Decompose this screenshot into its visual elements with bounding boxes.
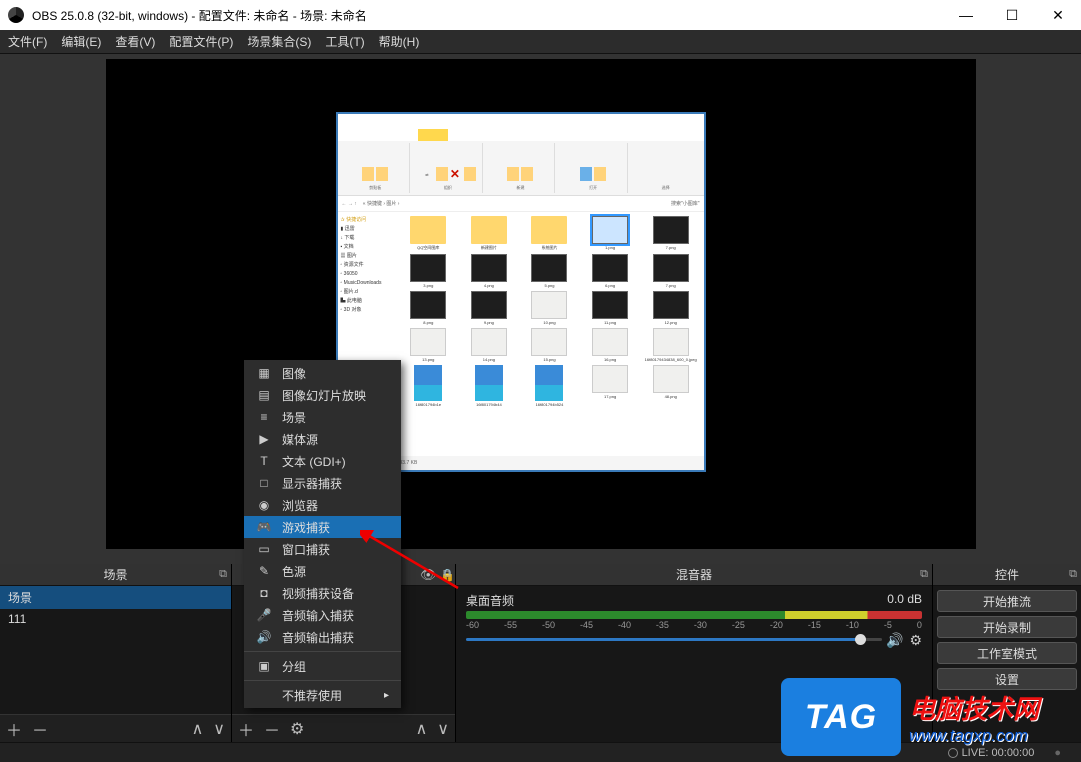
source-group-menu-item[interactable]: ▣分组	[244, 655, 401, 677]
obs-logo-icon	[8, 7, 24, 23]
menu-edit[interactable]: 编辑(E)	[61, 33, 101, 50]
window-close-button[interactable]: ✕	[1035, 0, 1081, 30]
scene-item[interactable]: 111	[0, 609, 231, 629]
scene-remove-button[interactable]: －	[32, 717, 48, 741]
mixer-title: 混音器	[676, 566, 712, 583]
controls-panel: 控件 ⧉ 开始推流 开始录制 工作室模式 设置	[933, 564, 1081, 742]
source-type-menu-item[interactable]: ◉浏览器	[244, 494, 401, 516]
bottom-panels: 场景⧉ 场景 111 ＋ － ∧ ∨ 👁 🔒 ⧉ ＋ － ⚙ ∧ ∨ 混音器⧉	[0, 564, 1081, 742]
menu-item-icon: ◉	[256, 498, 272, 512]
scenes-panel: 场景 ⧉ 场景 111 ＋ － ∧ ∨	[0, 564, 232, 742]
source-type-menu-item[interactable]: ▶媒体源	[244, 428, 401, 450]
scene-item[interactable]: 场景	[0, 586, 231, 609]
source-type-menu-item[interactable]: ≡场景	[244, 406, 401, 428]
mixer-volume-slider[interactable]: 🔊 ⚙	[466, 634, 922, 644]
menu-item-icon: 🔊	[256, 630, 272, 644]
menu-view[interactable]: 查看(V)	[115, 33, 155, 50]
source-type-menu-item[interactable]: ◘视频捕获设备	[244, 582, 401, 604]
menu-help[interactable]: 帮助(H)	[379, 33, 420, 50]
explorer-file-grid: QQ空间图库新建图片系统图片1.png7.png3.png4.png5.png6…	[396, 212, 704, 470]
mixer-level-meter	[466, 611, 922, 619]
controls-title: 控件	[995, 566, 1019, 583]
live-indicator: LIVE: 00:00:00	[948, 747, 1035, 759]
controls-popout-icon[interactable]: ⧉	[1069, 568, 1077, 581]
source-type-menu-item[interactable]: ▦图像	[244, 362, 401, 384]
settings-button[interactable]: 设置	[937, 668, 1077, 690]
menu-item-icon: ▦	[256, 366, 272, 380]
start-streaming-button[interactable]: 开始推流	[937, 590, 1077, 612]
source-down-button[interactable]: ∨	[437, 719, 449, 739]
source-settings-button[interactable]: ⚙	[290, 719, 304, 739]
source-type-menu-item[interactable]: T文本 (GDI+)	[244, 450, 401, 472]
menubar: 文件(F) 编辑(E) 查看(V) 配置文件(P) 场景集合(S) 工具(T) …	[0, 30, 1081, 54]
menu-scene-collection[interactable]: 场景集合(S)	[247, 33, 311, 50]
source-type-menu-item[interactable]: 🎤音频输入捕获	[244, 604, 401, 626]
source-type-menu-item[interactable]: 🎮游戏捕获	[244, 516, 401, 538]
source-up-button[interactable]: ∧	[416, 719, 428, 739]
menu-item-icon: ▶	[256, 432, 272, 446]
scene-down-button[interactable]: ∨	[213, 719, 225, 739]
source-type-menu-item[interactable]: ▭窗口捕获	[244, 538, 401, 560]
mixer-gear-icon[interactable]: ⚙	[909, 632, 922, 649]
menu-profile[interactable]: 配置文件(P)	[169, 33, 233, 50]
speaker-icon[interactable]: 🔊	[886, 632, 903, 649]
rec-indicator-icon: ●	[1054, 747, 1061, 759]
source-type-menu-item[interactable]: □显示器捕获	[244, 472, 401, 494]
window-minimize-button[interactable]: —	[943, 0, 989, 30]
mixer-db-value: 0.0 dB	[887, 592, 922, 609]
menu-item-icon: ≡	[256, 410, 272, 424]
menu-item-icon: ▤	[256, 388, 272, 402]
start-recording-button[interactable]: 开始录制	[937, 616, 1077, 638]
menu-file[interactable]: 文件(F)	[8, 33, 47, 50]
mixer-channel-name: 桌面音频	[466, 592, 514, 609]
source-add-button[interactable]: ＋	[238, 717, 254, 741]
add-source-context-menu: ▦图像▤图像幻灯片放映≡场景▶媒体源T文本 (GDI+)□显示器捕获◉浏览器🎮游…	[244, 360, 401, 708]
menu-item-icon: 🎮	[256, 520, 272, 534]
scenes-title: 场景	[103, 566, 127, 583]
sources-popout-icon[interactable]: ⧉	[443, 568, 451, 581]
deprecated-submenu[interactable]: 不推荐使用	[244, 684, 401, 706]
mixer-panel: 混音器⧉ 桌面音频 0.0 dB -60-55-50-45-40-35-30-2…	[456, 564, 933, 742]
mixer-popout-icon[interactable]: ⧉	[920, 568, 928, 581]
scene-up-button[interactable]: ∧	[192, 719, 204, 739]
window-title: OBS 25.0.8 (32-bit, windows) - 配置文件: 未命名…	[32, 7, 943, 24]
menu-item-icon: 🎤	[256, 608, 272, 622]
source-type-menu-item[interactable]: ▤图像幻灯片放映	[244, 384, 401, 406]
preview-area[interactable]: 剪贴板 ⇄✕组织 新建 打开 选择 ← → ↑« 快捷键 › 图片 ›搜索"小图…	[0, 54, 1081, 564]
scene-add-button[interactable]: ＋	[6, 717, 22, 741]
status-bar: LIVE: 00:00:00 ●	[0, 742, 1081, 762]
source-type-menu-item[interactable]: 🔊音频输出捕获	[244, 626, 401, 648]
window-titlebar: OBS 25.0.8 (32-bit, windows) - 配置文件: 未命名…	[0, 0, 1081, 30]
window-maximize-button[interactable]: ☐	[989, 0, 1035, 30]
menu-item-icon: T	[256, 454, 272, 468]
preview-canvas[interactable]: 剪贴板 ⇄✕组织 新建 打开 选择 ← → ↑« 快捷键 › 图片 ›搜索"小图…	[106, 59, 976, 549]
eye-icon[interactable]: 👁	[420, 567, 437, 583]
menu-item-icon: □	[256, 476, 272, 490]
menu-item-icon: ▭	[256, 542, 272, 556]
menu-item-icon: ✎	[256, 564, 272, 578]
scenes-popout-icon[interactable]: ⧉	[219, 568, 227, 581]
source-remove-button[interactable]: －	[264, 717, 280, 741]
source-type-menu-item[interactable]: ✎色源	[244, 560, 401, 582]
studio-mode-button[interactable]: 工作室模式	[937, 642, 1077, 664]
menu-tools[interactable]: 工具(T)	[325, 33, 364, 50]
menu-item-icon: ◘	[256, 586, 272, 600]
